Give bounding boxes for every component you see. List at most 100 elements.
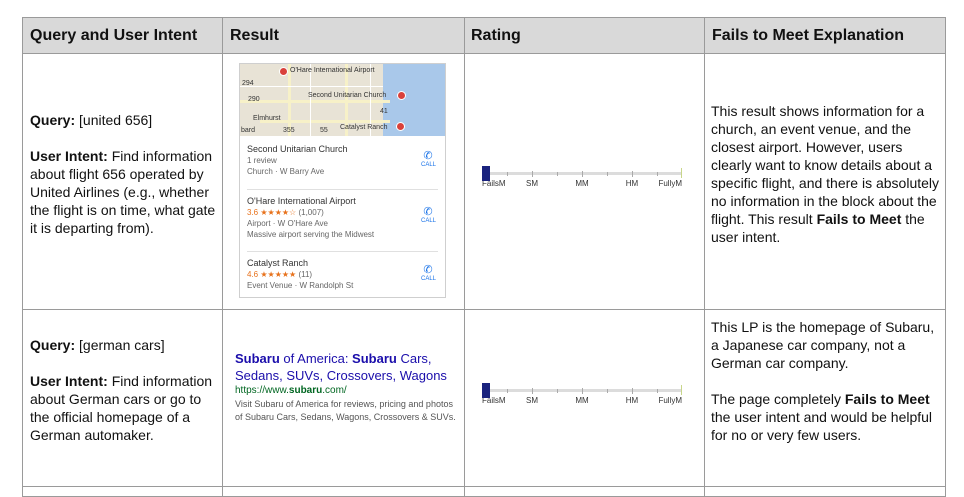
slider-tick — [582, 388, 583, 394]
rating-slider[interactable]: FailsM SM MM HM FullyM — [482, 166, 682, 196]
header-query: Query and User Intent — [30, 27, 198, 44]
slider-minor-tick — [557, 389, 558, 393]
column-divider — [704, 18, 705, 496]
place-name[interactable]: O'Hare International Airport — [247, 196, 438, 207]
map-label: Elmhurst — [253, 115, 281, 122]
url-text: .com/ — [322, 385, 347, 396]
place-description: Massive airport serving the Midwest — [247, 230, 375, 239]
place-entry[interactable]: O'Hare International Airport 3.6 ★★★★☆ (… — [247, 196, 438, 240]
slider-minor-tick — [507, 389, 508, 393]
map-label: Catalyst Ranch — [340, 124, 388, 131]
query-label: Query: — [30, 337, 76, 353]
row-divider — [23, 486, 945, 487]
row1-query-cell: Query: [united 656] User Intent: Find in… — [30, 111, 216, 237]
snippet-text: Cars, Sedans, Wagons, Crossovers & SUVs. — [274, 412, 456, 422]
place-entry[interactable]: Catalyst Ranch 4.6 ★★★★★ (11) Event Venu… — [247, 258, 438, 291]
slider-label: HM — [625, 396, 639, 405]
place-rating: 4.6 — [247, 270, 259, 279]
slider-minor-tick — [607, 172, 608, 176]
slider-tick — [532, 171, 533, 177]
star-rating-icon: ★★★★☆ — [260, 208, 297, 217]
road-number: 41 — [380, 108, 388, 115]
slider-minor-tick — [607, 389, 608, 393]
place-entry[interactable]: Second Unitarian Church 1 review Church … — [247, 144, 438, 177]
map-label: bard — [241, 127, 256, 134]
rating-table: Query and User Intent Result Rating Fail… — [22, 17, 946, 497]
place-reviews: 1 review — [247, 156, 277, 165]
slider-tick — [681, 168, 682, 178]
slider-minor-tick — [657, 172, 658, 176]
phone-icon: ✆ — [423, 150, 433, 162]
call-button[interactable]: ✆ CALL — [421, 150, 437, 169]
road-number: 294 — [242, 80, 254, 87]
explanation-text: The page completely — [711, 391, 845, 407]
call-button[interactable]: ✆ CALL — [421, 206, 437, 225]
table-header-row: Query and User Intent Result Rating Fail… — [23, 18, 945, 53]
slider-thumb[interactable] — [482, 166, 490, 181]
url-keyword: subaru — [288, 385, 323, 396]
header-result: Result — [230, 27, 279, 44]
title-text[interactable]: of America: — [280, 351, 352, 366]
user-intent-label: User Intent: — [30, 373, 108, 389]
row-divider — [23, 53, 945, 54]
rating-slider[interactable]: FailsM SM MM HM FullyM — [482, 383, 682, 413]
explanation-text: This LP is the homepage of Subaru, a Jap… — [711, 319, 935, 371]
pin-icon[interactable] — [279, 67, 288, 76]
title-keyword[interactable]: Subaru — [352, 351, 397, 366]
row1-explanation-cell: This result shows information for a chur… — [711, 102, 939, 246]
slider-label: MM — [575, 179, 589, 188]
call-label: CALL — [421, 162, 437, 168]
title-keyword[interactable]: Subaru — [235, 351, 280, 366]
slider-tick — [532, 388, 533, 394]
slider-minor-tick — [507, 172, 508, 176]
explanation-text: This result shows information for a chur… — [711, 103, 940, 227]
search-result-snippet: Visit Subaru of America for reviews, pri… — [235, 398, 457, 424]
query-label: Query: — [30, 112, 76, 128]
slider-label: SM — [526, 396, 538, 405]
lake-area — [383, 64, 445, 136]
query-text: [german cars] — [79, 337, 165, 353]
map-thumbnail[interactable]: O'Hare International Airport Second Unit… — [240, 64, 445, 136]
slider-label: FullyM — [658, 396, 682, 405]
call-label: CALL — [421, 218, 437, 224]
column-divider — [222, 18, 223, 496]
pin-icon[interactable] — [397, 91, 406, 100]
place-rating: 3.6 — [247, 208, 259, 217]
road-number: 355 — [283, 127, 295, 134]
user-intent-label: User Intent: — [30, 148, 108, 164]
query-text: [united 656] — [79, 112, 153, 128]
place-name[interactable]: Catalyst Ranch — [247, 258, 438, 269]
road-number: 290 — [248, 96, 260, 103]
pin-icon[interactable] — [396, 122, 405, 131]
map-label: O'Hare International Airport — [290, 67, 375, 74]
url-text: https://www. — [235, 385, 289, 396]
phone-icon: ✆ — [423, 264, 433, 276]
slider-label: SM — [526, 179, 538, 188]
row2-explanation-cell: This LP is the homepage of Subaru, a Jap… — [711, 318, 939, 444]
phone-icon: ✆ — [423, 206, 433, 218]
explanation-text-end: the user intent and would be helpful for… — [711, 409, 933, 443]
slider-tick — [632, 171, 633, 177]
snippet-keyword: Subaru — [254, 399, 284, 409]
header-explanation: Fails to Meet Explanation — [712, 27, 905, 44]
snippet-keyword: Subaru — [245, 412, 275, 422]
slider-label: MM — [575, 396, 589, 405]
place-review-count: (1,007) — [298, 208, 324, 217]
search-result-title[interactable]: Subaru of America: Subaru Cars, Sedans, … — [235, 350, 457, 384]
slider-label: FullyM — [658, 179, 682, 188]
map-label: Second Unitarian Church — [308, 92, 387, 99]
slider-thumb[interactable] — [482, 383, 490, 398]
road-number: 55 — [320, 127, 328, 134]
search-result-url[interactable]: https://www.subaru.com/ — [235, 384, 457, 398]
slider-minor-tick — [657, 389, 658, 393]
snippet-text: Visit — [235, 399, 255, 409]
call-button[interactable]: ✆ CALL — [421, 264, 436, 283]
place-name[interactable]: Second Unitarian Church — [247, 144, 438, 155]
explanation-emphasis: Fails to Meet — [816, 211, 902, 227]
explanation-emphasis: Fails to Meet — [844, 391, 930, 407]
divider — [247, 189, 438, 190]
star-rating-icon: ★★★★★ — [260, 270, 297, 279]
slider-tick — [632, 388, 633, 394]
row2-query-cell: Query: [german cars] User Intent: Find i… — [30, 336, 216, 444]
local-results-card: O'Hare International Airport Second Unit… — [239, 63, 446, 298]
